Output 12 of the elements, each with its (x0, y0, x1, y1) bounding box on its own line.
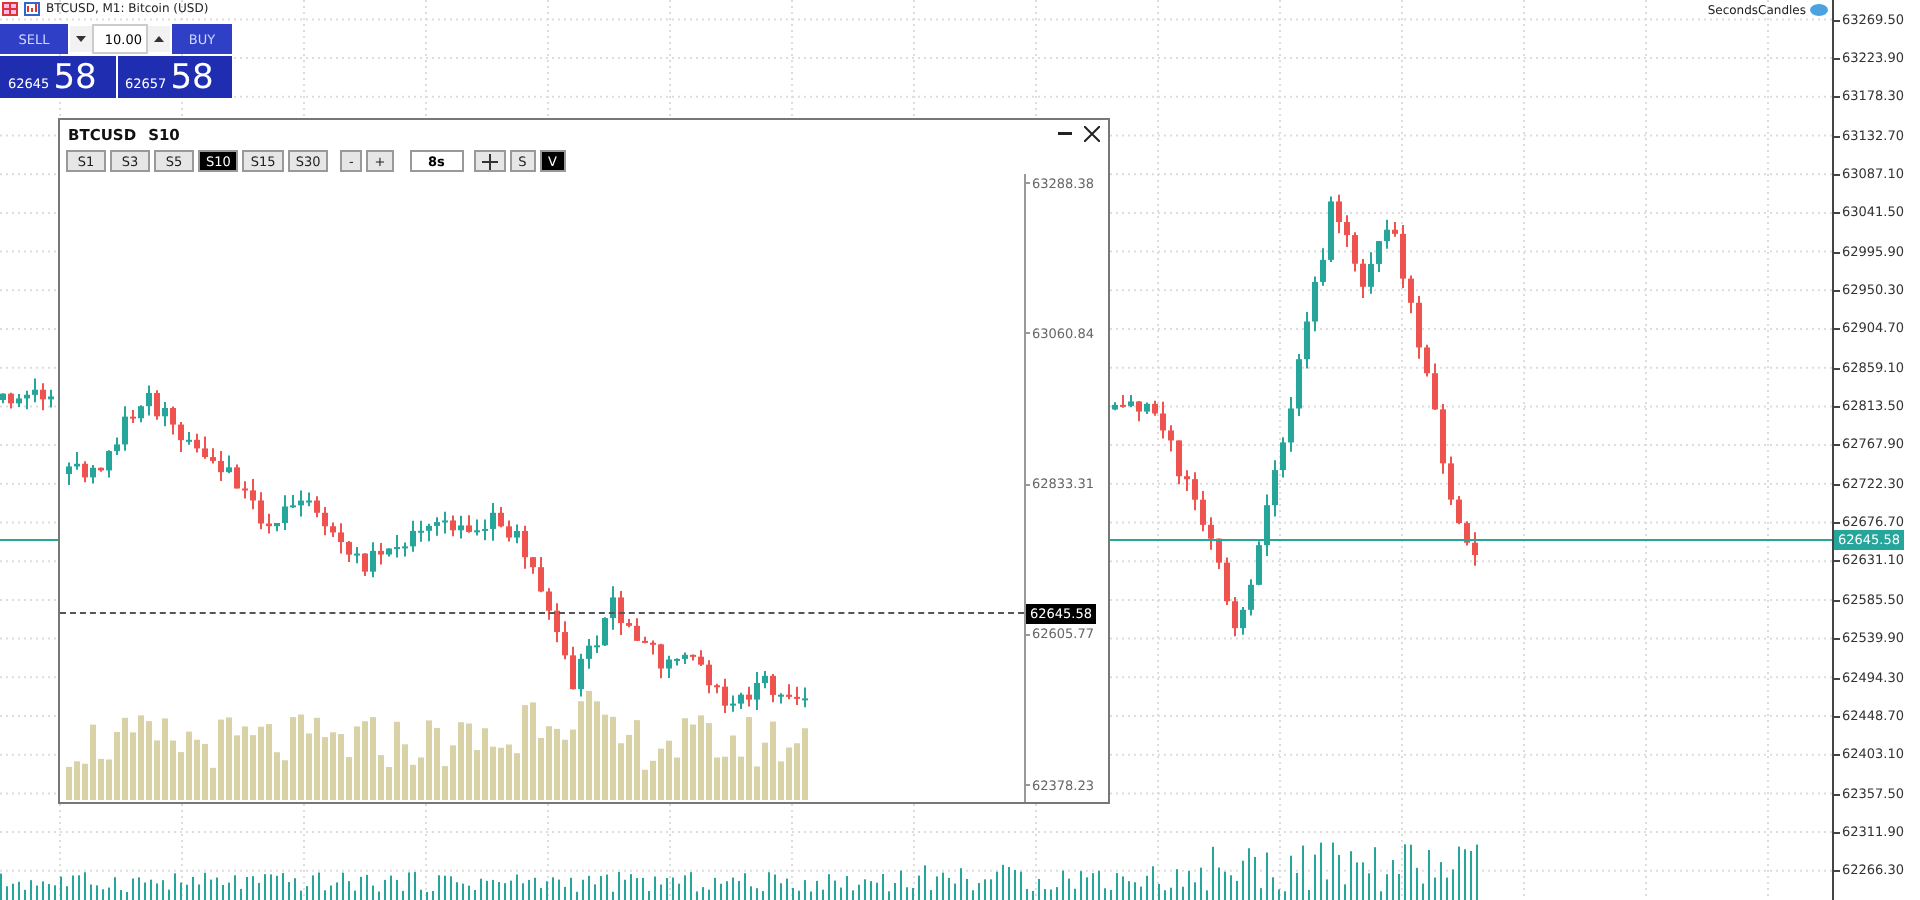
minimize-icon[interactable] (1058, 132, 1072, 136)
candlestick-series (0, 377, 54, 412)
chart-icon (24, 2, 40, 16)
close-icon[interactable] (1084, 126, 1100, 142)
caret-up-icon (154, 36, 164, 42)
chat-bubble-icon (1810, 4, 1828, 18)
crosshair-icon (481, 153, 498, 169)
decrease-button[interactable] (70, 26, 92, 52)
crosshair-button[interactable] (473, 150, 506, 172)
caret-down-icon (76, 36, 86, 42)
grid-icon (2, 2, 18, 16)
increase-button[interactable] (148, 26, 170, 52)
